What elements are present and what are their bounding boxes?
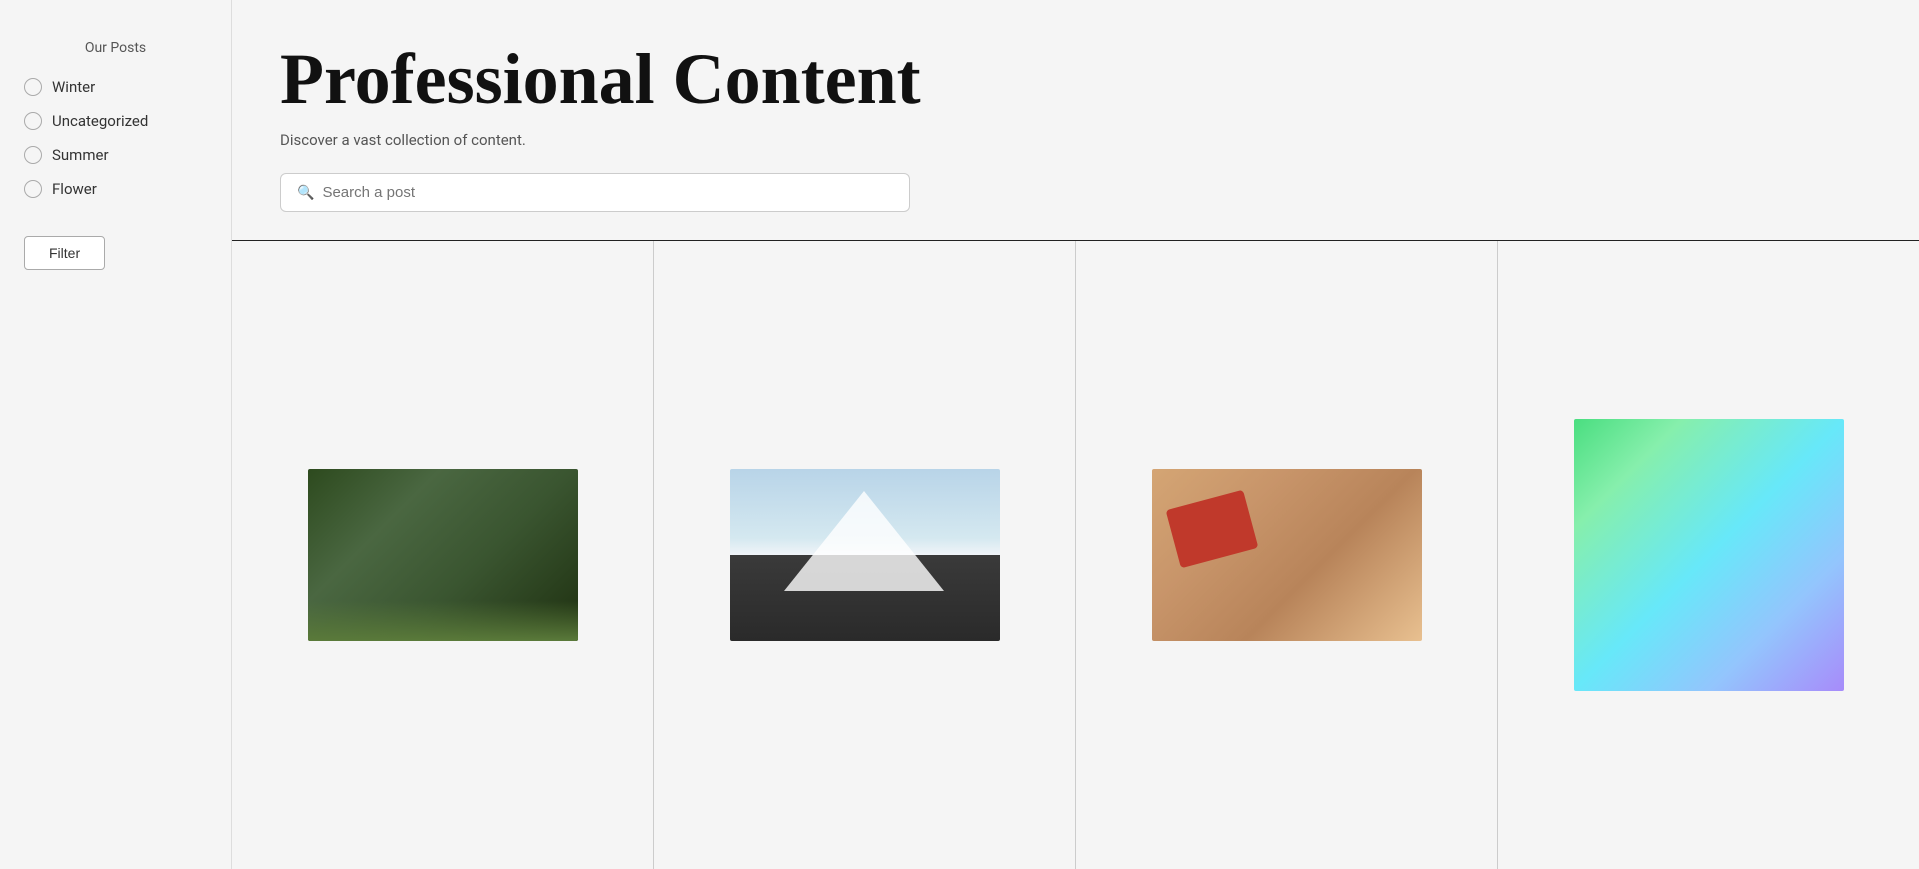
- radio-summer[interactable]: [24, 146, 42, 164]
- image-forest: [308, 469, 578, 641]
- sidebar: Our Posts Winter Uncategorized Summer Fl…: [0, 0, 232, 869]
- grid-column-2: [654, 241, 1076, 869]
- grid-column-3: [1076, 241, 1498, 869]
- page-subtitle: Discover a vast collection of content.: [280, 131, 1871, 149]
- sidebar-item-label-winter: Winter: [52, 78, 95, 96]
- content-grid: [232, 241, 1919, 869]
- grid-column-4: [1498, 241, 1919, 869]
- sidebar-item-label-flower: Flower: [52, 180, 97, 198]
- sidebar-title: Our Posts: [24, 40, 207, 56]
- sidebar-item-flower[interactable]: Flower: [24, 178, 207, 200]
- radio-uncategorized[interactable]: [24, 112, 42, 130]
- page-title: Professional Content: [280, 40, 1871, 119]
- radio-winter[interactable]: [24, 78, 42, 96]
- sidebar-item-uncategorized[interactable]: Uncategorized: [24, 110, 207, 132]
- search-bar[interactable]: 🔍: [280, 173, 910, 212]
- sidebar-item-summer[interactable]: Summer: [24, 144, 207, 166]
- image-mountain: [730, 469, 1000, 641]
- grid-column-1: [232, 241, 654, 869]
- filter-button[interactable]: Filter: [24, 236, 105, 270]
- image-gradient: [1574, 419, 1844, 691]
- sidebar-item-label-uncategorized: Uncategorized: [52, 112, 148, 130]
- sidebar-item-label-summer: Summer: [52, 146, 109, 164]
- image-desk: [1152, 469, 1422, 641]
- radio-flower[interactable]: [24, 180, 42, 198]
- sidebar-item-winter[interactable]: Winter: [24, 76, 207, 98]
- search-icon: 🔍: [297, 185, 314, 201]
- main-content: Professional Content Discover a vast col…: [232, 0, 1919, 869]
- search-input[interactable]: [322, 184, 893, 201]
- header-section: Professional Content Discover a vast col…: [232, 0, 1919, 241]
